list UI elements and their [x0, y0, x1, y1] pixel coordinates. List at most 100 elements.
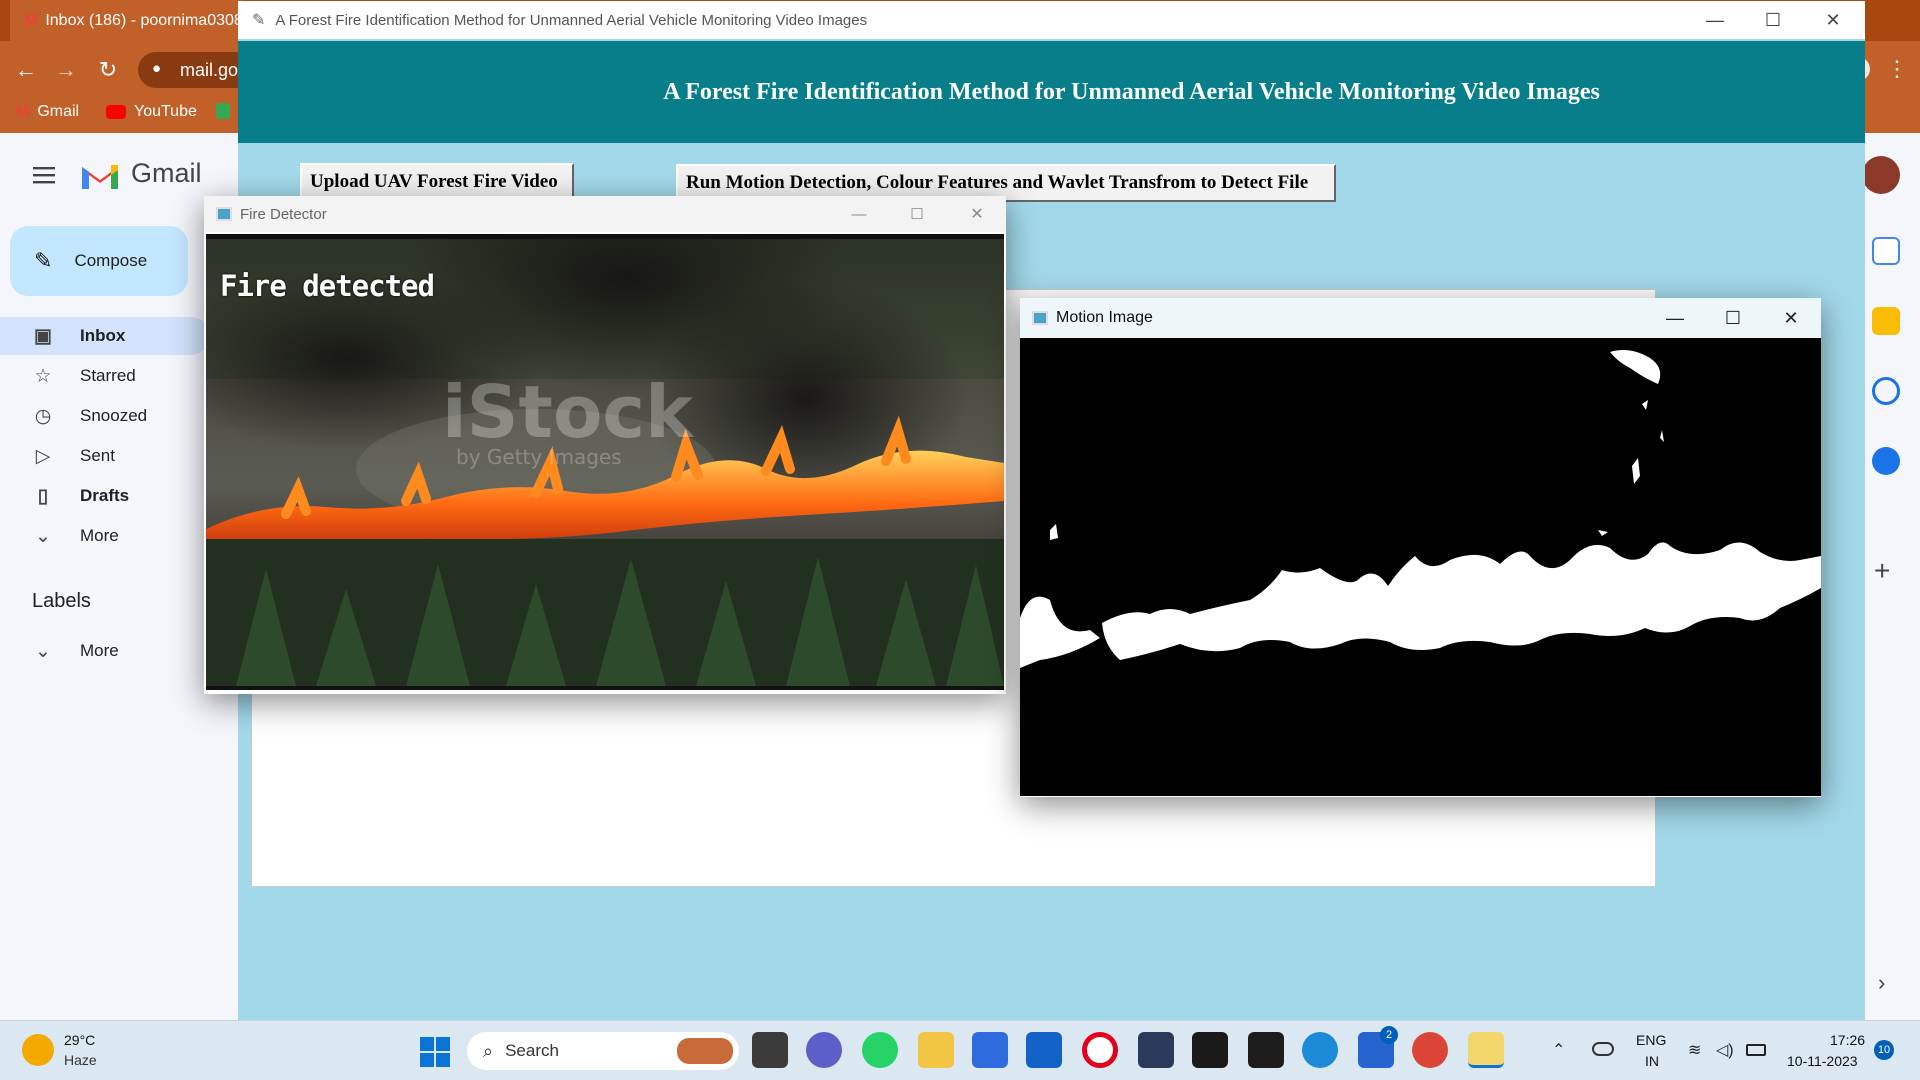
- gmail-favicon-icon: M: [24, 11, 38, 29]
- nav-label: Sent: [80, 446, 115, 465]
- reload-icon[interactable]: ↻: [94, 56, 122, 84]
- watermark-text: iStock: [442, 370, 695, 454]
- python-app-icon[interactable]: [1468, 1032, 1504, 1068]
- weather-description: Haze: [64, 1052, 97, 1068]
- nav-label: More: [80, 641, 119, 660]
- minimize-icon[interactable]: —: [1686, 1, 1744, 39]
- motion-image-window: Motion Image — ☐ ✕: [1020, 298, 1821, 797]
- teams-icon[interactable]: [806, 1032, 842, 1068]
- draft-icon: ▯: [37, 485, 49, 507]
- clock-date[interactable]: 10-11-2023: [1787, 1053, 1858, 1069]
- motion-image-title: Motion Image: [1056, 309, 1153, 326]
- hamburger-menu-icon[interactable]: [32, 163, 56, 187]
- app-header-title: A Forest Fire Identification Method for …: [663, 78, 1600, 105]
- compose-label: Compose: [74, 251, 148, 270]
- browser-menu-icon[interactable]: ⋮: [1886, 56, 1908, 82]
- store-icon[interactable]: [1026, 1032, 1062, 1068]
- clock-time[interactable]: 17:26: [1830, 1032, 1865, 1048]
- watermark-subtext: by Getty Images: [456, 445, 622, 469]
- lock-icon: ●: [152, 60, 162, 77]
- browser-tab-title: Inbox (186) - poornima0308: [45, 11, 242, 29]
- contacts-icon[interactable]: [1872, 447, 1900, 475]
- onedrive-icon[interactable]: [1592, 1042, 1614, 1056]
- notepad-icon[interactable]: [972, 1032, 1008, 1068]
- language-region: IN: [1645, 1053, 1659, 1069]
- nav-drafts[interactable]: ▯ Drafts: [0, 477, 210, 515]
- minimize-icon[interactable]: —: [1646, 298, 1704, 338]
- add-addon-icon[interactable]: +: [1874, 555, 1890, 587]
- close-icon[interactable]: ✕: [948, 196, 1006, 232]
- task-view-icon[interactable]: [752, 1032, 788, 1068]
- send-icon: ▷: [35, 445, 51, 467]
- chevron-down-icon: ⌄: [35, 640, 51, 662]
- star-icon: ☆: [34, 365, 52, 387]
- bookmark-gmail[interactable]: M Gmail: [16, 103, 79, 121]
- devcpp-icon[interactable]: [1138, 1032, 1174, 1068]
- nav-label: Inbox: [80, 326, 126, 345]
- chevron-right-icon[interactable]: ›: [1878, 970, 1885, 996]
- maximize-icon[interactable]: ☐: [1704, 298, 1762, 338]
- nav-snoozed[interactable]: ◷ Snoozed: [0, 397, 210, 435]
- nav-label: Drafts: [80, 486, 130, 505]
- tasks-icon[interactable]: [1872, 377, 1900, 405]
- bookmark-label: YouTube: [134, 103, 197, 120]
- whatsapp-icon[interactable]: [862, 1032, 898, 1068]
- bookmark-label: Gmail: [37, 103, 80, 120]
- search-highlight-icon: [677, 1038, 733, 1064]
- back-icon[interactable]: ←: [12, 56, 40, 84]
- fire-video-frame: iStock by Getty Images Fire detected: [206, 234, 1004, 690]
- search-placeholder: Search: [505, 1041, 559, 1060]
- terminal-icon[interactable]: [1192, 1032, 1228, 1068]
- forest-fire-image: iStock by Getty Images: [206, 239, 1004, 686]
- window-app-icon: [1032, 311, 1048, 325]
- avatar[interactable]: [1862, 156, 1900, 194]
- nav-inbox[interactable]: ▣ Inbox: [0, 317, 210, 355]
- maximize-icon[interactable]: ☐: [1744, 1, 1802, 39]
- battery-icon[interactable]: [1746, 1044, 1766, 1056]
- weather-icon[interactable]: [22, 1034, 54, 1066]
- chrome-icon[interactable]: [1412, 1032, 1448, 1068]
- nav-sent[interactable]: ▷ Sent: [0, 437, 210, 475]
- keep-icon[interactable]: [1872, 307, 1900, 335]
- tray-chevron-up-icon[interactable]: ⌃: [1552, 1040, 1565, 1060]
- fire-detector-window: Fire Detector — ☐ ✕ iStock by Getty Imag…: [204, 196, 1006, 694]
- nav-label: Snoozed: [80, 406, 148, 425]
- clock-icon: ◷: [34, 405, 52, 427]
- fire-detector-title: Fire Detector: [240, 205, 327, 223]
- search-icon: ⌕: [483, 1040, 494, 1061]
- close-icon[interactable]: ✕: [1804, 1, 1862, 39]
- wifi-icon[interactable]: ≋: [1688, 1040, 1701, 1060]
- pencil-icon: ✎: [34, 248, 53, 273]
- maximize-icon[interactable]: ☐: [888, 196, 946, 232]
- browser-tab[interactable]: M Inbox (186) - poornima0308: [10, 0, 242, 41]
- todo-badge: 2: [1380, 1026, 1398, 1044]
- inbox-icon: ▣: [34, 325, 52, 347]
- notification-badge[interactable]: 10: [1874, 1040, 1894, 1060]
- weather-temperature: 29°C: [64, 1032, 96, 1048]
- compose-button[interactable]: ✎ Compose: [10, 226, 188, 296]
- motion-mask-frame: [1020, 338, 1821, 796]
- nav-more[interactable]: ⌄ More: [0, 517, 210, 555]
- minimize-icon[interactable]: —: [830, 196, 888, 232]
- volume-icon[interactable]: ◁): [1716, 1040, 1734, 1060]
- opera-icon[interactable]: [1082, 1032, 1118, 1068]
- nav-starred[interactable]: ☆ Starred: [0, 357, 210, 395]
- app-titlebar: ✎ A Forest Fire Identification Method fo…: [238, 1, 1865, 39]
- gmail-bookmark-icon: M: [16, 103, 30, 120]
- calendar-icon[interactable]: [1872, 237, 1900, 265]
- maps-bookmark-icon[interactable]: [216, 103, 230, 119]
- edge-icon[interactable]: [1302, 1032, 1338, 1068]
- file-explorer-icon[interactable]: [918, 1032, 954, 1068]
- bookmark-youtube[interactable]: YouTube: [106, 103, 197, 121]
- labels-more[interactable]: ⌄ More: [0, 632, 210, 670]
- taskbar-search[interactable]: ⌕ Search: [467, 1032, 739, 1070]
- forward-icon[interactable]: →: [52, 56, 80, 84]
- gmail-logo-icon[interactable]: [80, 161, 120, 191]
- labels-heading: Labels: [32, 590, 91, 612]
- side-panel: [1862, 133, 1920, 1020]
- language-indicator[interactable]: ENG: [1636, 1032, 1666, 1048]
- todo-icon[interactable]: 2: [1358, 1026, 1398, 1068]
- windows-start-icon[interactable]: [420, 1037, 450, 1067]
- close-icon[interactable]: ✕: [1762, 298, 1820, 338]
- sticky-notes-icon[interactable]: [1248, 1032, 1284, 1068]
